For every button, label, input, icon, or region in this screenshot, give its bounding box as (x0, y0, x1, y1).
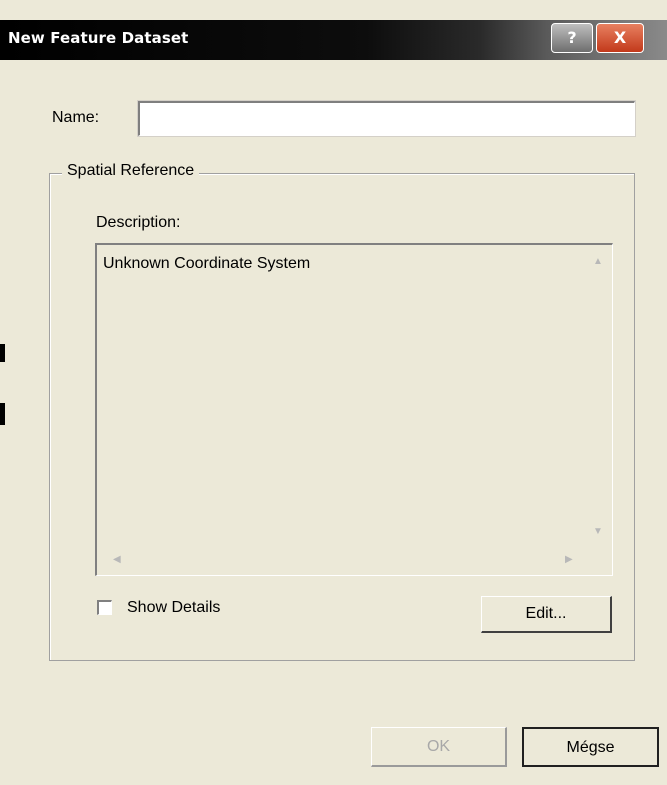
show-details-checkbox[interactable] (97, 600, 112, 615)
scroll-up-arrow-icon[interactable]: ▲ (593, 257, 603, 267)
name-input[interactable] (137, 100, 636, 137)
ok-button[interactable]: OK (371, 727, 507, 767)
description-label: Description: (96, 214, 181, 231)
name-label: Name: (52, 109, 100, 126)
edit-button[interactable]: Edit... (481, 596, 612, 633)
close-icon: X (613, 28, 627, 47)
window-edge (0, 344, 5, 362)
spatial-reference-legend: Spatial Reference (62, 162, 200, 180)
show-details-label[interactable]: Show Details (127, 599, 220, 617)
title-bar[interactable]: New Feature Dataset ? X (0, 20, 667, 60)
help-icon: ? (567, 28, 577, 47)
window-edge (0, 403, 5, 425)
description-text: Unknown Coordinate System (103, 255, 311, 272)
dialog-title: New Feature Dataset (8, 29, 189, 47)
new-feature-dataset-dialog: New Feature Dataset ? X Name: Spatial Re… (0, 0, 667, 785)
help-button[interactable]: ? (551, 23, 593, 53)
close-button[interactable]: X (596, 23, 644, 53)
cancel-button[interactable]: Mégse (522, 727, 659, 767)
description-textbox[interactable]: Unknown Coordinate System ▲ ▼ ◀ ▶ (95, 243, 613, 576)
scroll-left-arrow-icon[interactable]: ◀ (113, 555, 121, 565)
scroll-right-arrow-icon[interactable]: ▶ (565, 555, 573, 565)
scroll-down-arrow-icon[interactable]: ▼ (593, 527, 603, 537)
